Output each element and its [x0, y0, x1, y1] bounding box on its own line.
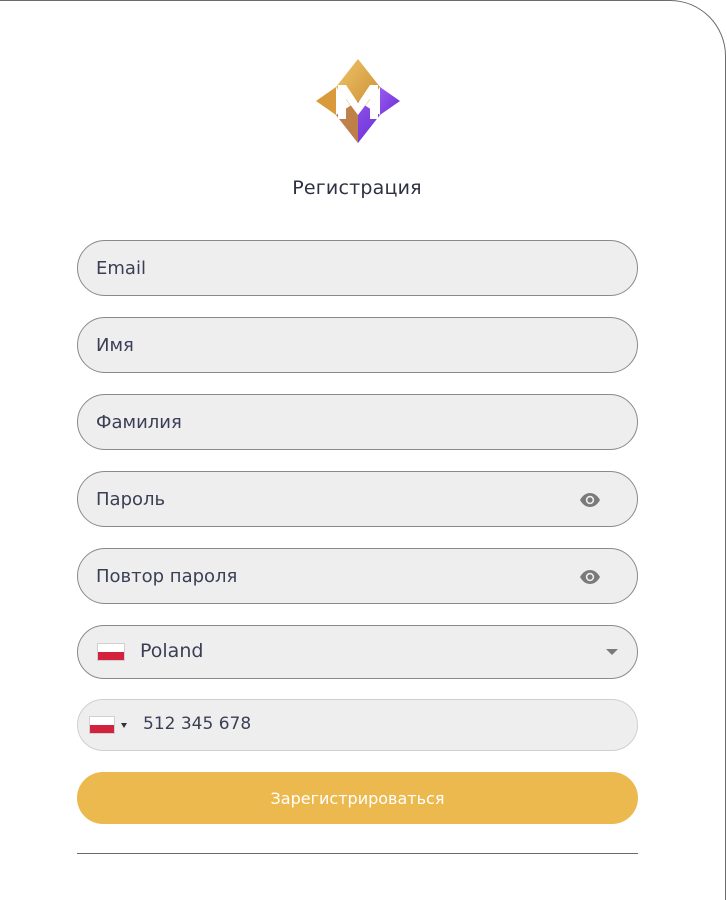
email-field[interactable]: [77, 240, 638, 296]
email-input[interactable]: [78, 241, 637, 295]
country-select-value: Poland: [140, 640, 204, 662]
divider: [77, 853, 638, 854]
poland-flag-icon: [97, 643, 125, 661]
password-input[interactable]: [78, 472, 637, 526]
password-repeat-field[interactable]: [77, 548, 638, 604]
page-title: Регистрация: [292, 177, 422, 199]
chevron-down-icon: [606, 649, 618, 655]
country-code-dropdown-icon[interactable]: [121, 723, 127, 728]
last-name-input[interactable]: [78, 395, 637, 449]
first-name-field[interactable]: [77, 317, 638, 373]
register-button[interactable]: Зарегистрироваться: [77, 772, 638, 824]
last-name-field[interactable]: [77, 394, 638, 450]
eye-icon[interactable]: [579, 492, 601, 508]
first-name-input[interactable]: [78, 318, 637, 372]
registration-card: Регистрация Poland: [0, 0, 726, 900]
brand-logo: [316, 59, 400, 143]
country-select[interactable]: Poland: [77, 625, 638, 679]
phone-field[interactable]: 512 345 678: [77, 699, 638, 751]
poland-flag-icon[interactable]: [89, 716, 115, 734]
password-field[interactable]: [77, 471, 638, 527]
phone-input[interactable]: 512 345 678: [143, 714, 251, 734]
eye-icon[interactable]: [579, 569, 601, 585]
password-repeat-input[interactable]: [78, 549, 637, 603]
